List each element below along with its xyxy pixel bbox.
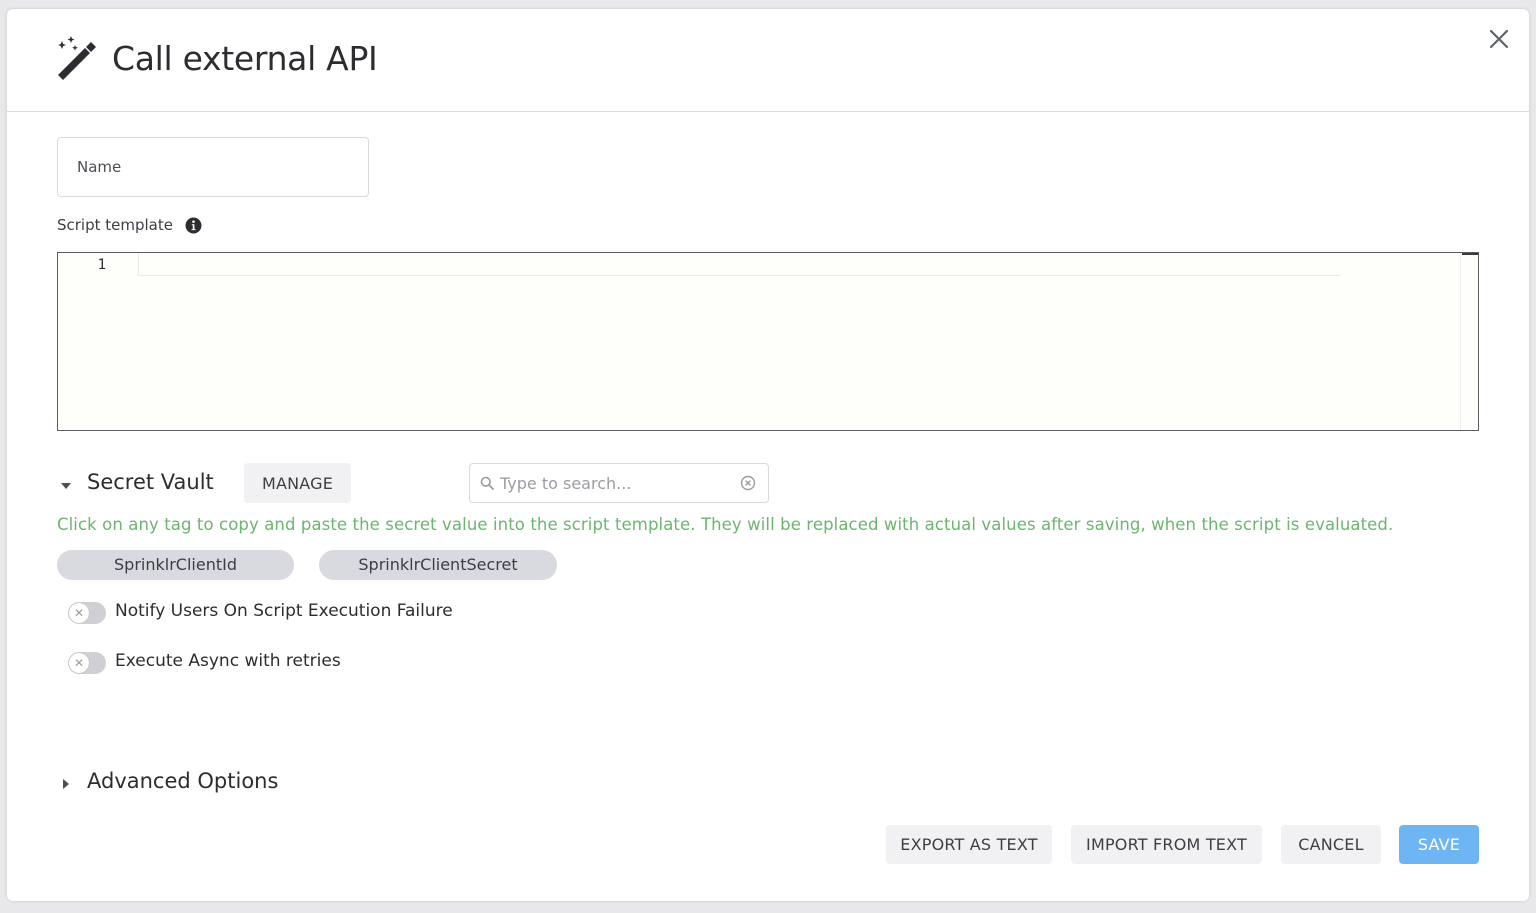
cancel-button[interactable]: CANCEL xyxy=(1281,825,1381,864)
export-as-text-button[interactable]: EXPORT AS TEXT xyxy=(886,825,1052,864)
magic-wand-icon xyxy=(58,36,96,80)
secret-search-input[interactable] xyxy=(500,464,732,502)
info-icon[interactable] xyxy=(185,217,202,234)
editor-scrollbar[interactable] xyxy=(1460,253,1478,430)
secret-vault-hint: Click on any tag to copy and paste the s… xyxy=(57,515,1394,534)
script-template-editor[interactable]: 1 xyxy=(57,252,1479,431)
caret-down-icon[interactable] xyxy=(59,479,73,493)
clear-search-icon[interactable] xyxy=(740,475,756,491)
script-template-label: Script template xyxy=(57,216,173,234)
toggle-off-icon: ✕ xyxy=(69,603,89,623)
import-from-text-button[interactable]: IMPORT FROM TEXT xyxy=(1071,825,1262,864)
secret-tag[interactable]: SprinklrClientSecret xyxy=(319,550,557,580)
name-input[interactable] xyxy=(58,138,368,196)
advanced-options-title[interactable]: Advanced Options xyxy=(87,769,278,793)
search-icon xyxy=(480,476,494,490)
secret-search-box[interactable] xyxy=(469,463,769,503)
dialog-title: Call external API xyxy=(112,39,378,78)
call-external-api-dialog: Call external API Script template 1 Secr… xyxy=(7,9,1529,901)
execute-async-toggle[interactable]: ✕ xyxy=(68,652,106,674)
active-line-highlight[interactable] xyxy=(138,253,1340,276)
name-field[interactable] xyxy=(57,137,369,197)
notify-failure-label: Notify Users On Script Execution Failure xyxy=(115,601,453,621)
close-icon[interactable] xyxy=(1489,29,1509,49)
caret-right-icon[interactable] xyxy=(60,777,72,791)
dialog-header: Call external API xyxy=(7,9,1529,112)
secret-tag[interactable]: SprinklrClientId xyxy=(57,550,294,580)
notify-failure-toggle[interactable]: ✕ xyxy=(68,602,106,624)
execute-async-label: Execute Async with retries xyxy=(115,651,341,671)
save-button[interactable]: SAVE xyxy=(1399,825,1479,864)
line-number: 1 xyxy=(97,257,106,273)
secret-vault-title[interactable]: Secret Vault xyxy=(87,470,214,494)
toggle-off-icon: ✕ xyxy=(69,653,89,673)
manage-button[interactable]: MANAGE xyxy=(244,463,351,503)
